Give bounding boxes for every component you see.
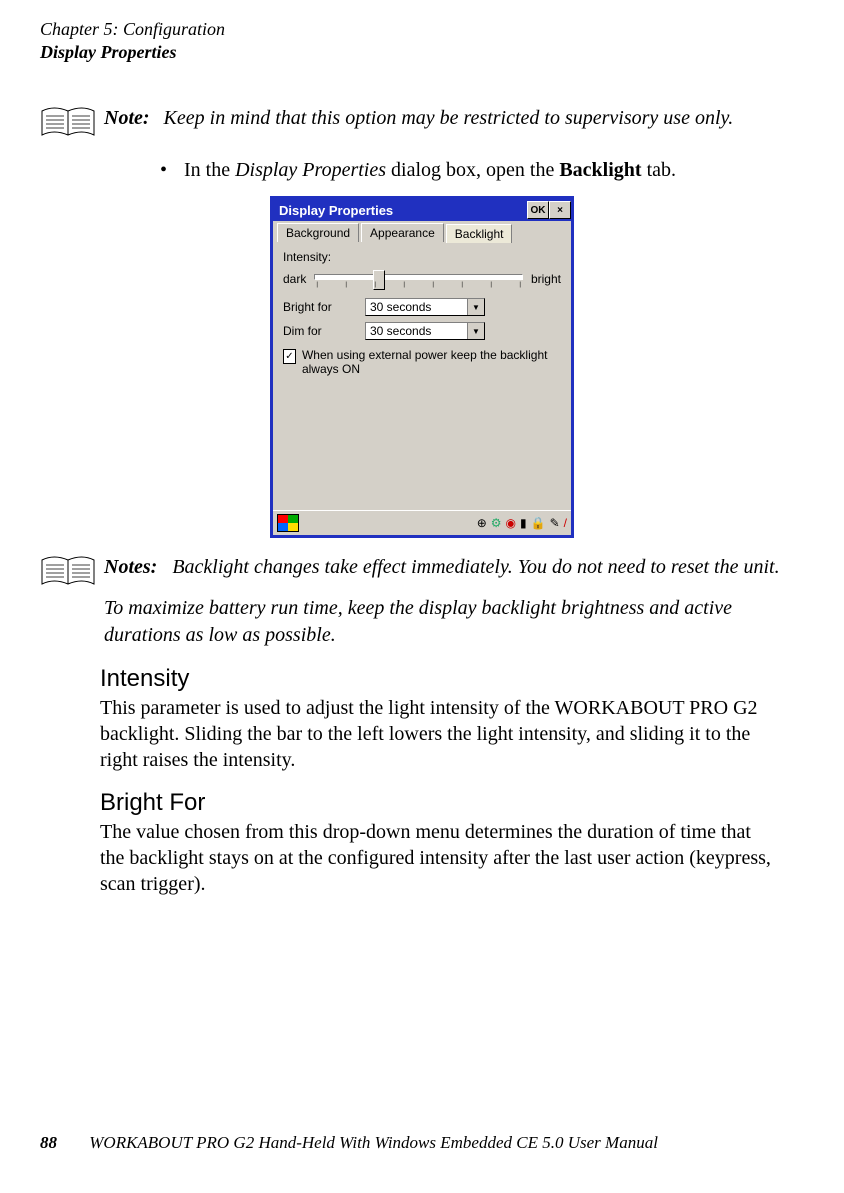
bullet-bold: Backlight xyxy=(559,159,641,181)
para-intensity: This parameter is used to adjust the lig… xyxy=(100,695,774,773)
bullet-pre: In the xyxy=(184,159,235,181)
notes-block: Notes: Backlight changes take effect imm… xyxy=(40,554,804,649)
close-button[interactable]: × xyxy=(549,201,571,219)
note-label: Note: xyxy=(104,107,150,129)
tab-appearance[interactable]: Appearance xyxy=(361,223,444,242)
tray-icon[interactable]: 🔒 xyxy=(531,516,546,530)
external-power-checkbox[interactable]: ✓ xyxy=(283,349,296,364)
dim-for-label: Dim for xyxy=(283,324,357,338)
tray-icon[interactable]: ⚙ xyxy=(491,516,502,530)
bullet-mid: dialog box, open the xyxy=(386,159,559,181)
chevron-down-icon[interactable]: ▼ xyxy=(467,299,484,315)
intensity-slider[interactable]: |||||||| xyxy=(314,270,523,288)
tabs-row: Background Appearance Backlight xyxy=(273,221,571,242)
bright-for-dropdown[interactable]: 30 seconds ▼ xyxy=(365,298,485,316)
intensity-label: Intensity: xyxy=(283,250,561,264)
bright-for-label: Bright for xyxy=(283,300,357,314)
footer: 88 WORKABOUT PRO G2 Hand-Held With Windo… xyxy=(40,1133,658,1153)
note-text: Keep in mind that this option may be res… xyxy=(164,107,734,129)
heading-intensity: Intensity xyxy=(100,665,804,693)
tray-icon[interactable]: / xyxy=(564,516,567,530)
page-number: 88 xyxy=(40,1133,57,1152)
chevron-down-icon[interactable]: ▼ xyxy=(467,323,484,339)
book-icon xyxy=(40,554,96,590)
ok-button[interactable]: OK xyxy=(527,201,549,219)
display-properties-dialog: Display Properties OK × Background Appea… xyxy=(270,196,574,538)
bullet-dot: • xyxy=(160,159,184,182)
tray-icon[interactable]: ▮ xyxy=(520,516,527,530)
dialog-title: Display Properties xyxy=(279,203,393,218)
dim-for-value: 30 seconds xyxy=(366,324,467,338)
tray-icon[interactable]: ✎ xyxy=(550,516,560,530)
systray: ⊕ ⚙ ◉ ▮ 🔒 ✎ / xyxy=(477,516,567,530)
note-block: Note: Keep in mind that this option may … xyxy=(40,105,804,141)
titlebar: Display Properties OK × xyxy=(273,199,571,221)
book-icon xyxy=(40,105,96,141)
para-bright-for: The value chosen from this drop-down men… xyxy=(100,819,774,897)
tray-icon[interactable]: ⊕ xyxy=(477,516,487,530)
footer-title: WORKABOUT PRO G2 Hand-Held With Windows … xyxy=(89,1133,658,1152)
notes-label: Notes: xyxy=(104,556,157,578)
notes-p2: To maximize battery run time, keep the d… xyxy=(104,597,732,646)
chapter-line: Chapter 5: Configuration xyxy=(40,18,804,41)
tab-background[interactable]: Background xyxy=(277,223,359,242)
bullet-item: • In the Display Properties dialog box, … xyxy=(160,159,804,182)
external-power-label: When using external power keep the backl… xyxy=(302,348,561,376)
tray-icon[interactable]: ◉ xyxy=(506,516,516,530)
start-icon[interactable] xyxy=(277,514,299,532)
bullet-italic: Display Properties xyxy=(235,159,386,181)
dim-for-dropdown[interactable]: 30 seconds ▼ xyxy=(365,322,485,340)
bullet-post: tab. xyxy=(642,159,676,181)
tab-backlight[interactable]: Backlight xyxy=(446,224,513,243)
slider-bright-label: bright xyxy=(531,272,561,286)
bright-for-value: 30 seconds xyxy=(366,300,467,314)
section-line: Display Properties xyxy=(40,41,804,64)
slider-dark-label: dark xyxy=(283,272,306,286)
tab-body: Intensity: dark |||||||| bright Bright f… xyxy=(273,242,571,510)
notes-p1: Backlight changes take effect immediatel… xyxy=(172,556,779,578)
heading-bright-for: Bright For xyxy=(100,789,804,817)
taskbar: ⊕ ⚙ ◉ ▮ 🔒 ✎ / xyxy=(273,510,571,535)
